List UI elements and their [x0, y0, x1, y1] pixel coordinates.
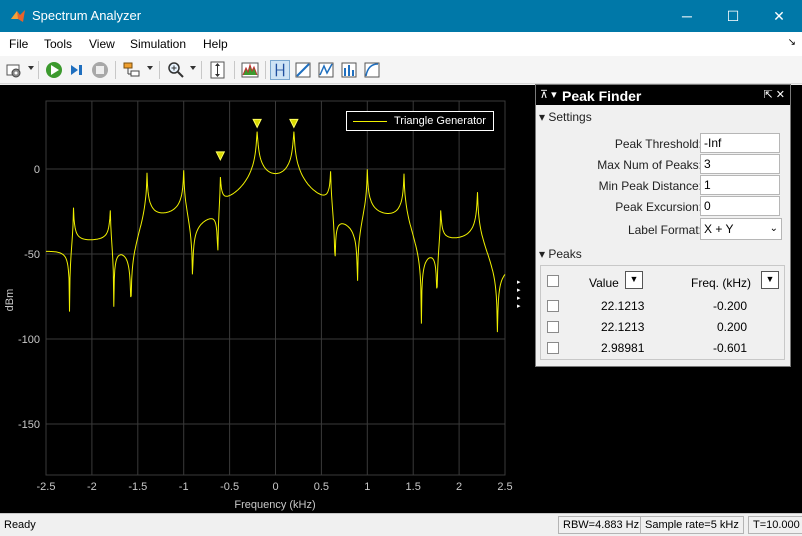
status-rbw: RBW=4.883 Hz [558, 516, 645, 534]
settings-section-header[interactable]: ▾ Settings [539, 110, 592, 124]
y-axis-label: dBm [4, 289, 16, 312]
toolbar [0, 56, 802, 84]
scale-axes-icon[interactable] [208, 60, 228, 80]
minimize-button[interactable]: ─ [664, 0, 710, 32]
toolbar-separator [265, 61, 266, 79]
min-peak-distance-input[interactable]: 1 [700, 175, 780, 195]
label-format-label: Label Format: [627, 223, 702, 237]
status-time: T=10.000 [748, 516, 802, 534]
row-checkbox[interactable] [547, 321, 559, 333]
panel-title: Peak Finder [562, 88, 642, 104]
max-num-peaks-label: Max Num of Peaks: [597, 158, 702, 172]
spectrum-plot[interactable]: -2.5 -2 -1.5 -1 -0.5 0 0.5 1 1.5 2 2.5 0 -50 -100 -15… [0, 85, 535, 513]
undock-close-icons[interactable]: ⇱ ✕ [764, 88, 786, 101]
peak-freq-cell: -0.200 [713, 299, 748, 313]
menu-view[interactable]: View [89, 37, 115, 51]
value-column-header: Value [589, 276, 619, 290]
status-ready: Ready [4, 519, 36, 531]
zoom-icon[interactable] [166, 60, 186, 80]
legend-label: Triangle Generator [394, 115, 486, 127]
plot-legend[interactable]: Triangle Generator [346, 111, 494, 131]
step-forward-icon[interactable] [67, 60, 87, 80]
peak-excursion-label: Peak Excursion: [615, 200, 702, 214]
y-tick-label: -150 [18, 419, 40, 431]
menu-simulation[interactable]: Simulation [130, 37, 186, 51]
zoom-dropdown-icon[interactable] [190, 66, 196, 70]
channel-measurements-icon[interactable] [362, 60, 382, 80]
freq-sort-icon[interactable]: ▼ [761, 271, 779, 289]
menu-file[interactable]: File [9, 37, 28, 51]
pin-icon[interactable]: ⊼ ▾ [540, 88, 557, 101]
panel-header: ⊼ ▾ Peak Finder ⇱ ✕ [536, 85, 790, 105]
matlab-icon [11, 10, 25, 22]
label-format-select[interactable]: X + Y ⌄ [700, 218, 782, 240]
settings-dropdown-icon[interactable] [28, 66, 34, 70]
x-axis-label: Frequency (kHz) [234, 499, 315, 511]
label-format-value: X + Y [704, 222, 734, 236]
x-tick-label: -1 [179, 481, 189, 493]
x-tick-label: -2.5 [37, 481, 56, 493]
select-all-checkbox[interactable] [547, 275, 559, 287]
ccdf-icon[interactable] [339, 60, 359, 80]
peak-finder-icon[interactable] [316, 60, 336, 80]
x-tick-label: -1.5 [128, 481, 147, 493]
min-peak-distance-label: Min Peak Distance: [598, 179, 702, 193]
window-title: Spectrum Analyzer [32, 8, 142, 23]
toolbar-separator [115, 61, 116, 79]
run-icon[interactable] [44, 60, 64, 80]
panel-toggle-arrows[interactable]: ▸ ▸ ▸ ▸ [517, 279, 527, 311]
chevron-down-icon: ⌄ [769, 223, 778, 234]
value-sort-icon[interactable]: ▼ [625, 271, 643, 289]
x-tick-label: -0.5 [220, 481, 239, 493]
x-tick-label: 0.5 [314, 481, 329, 493]
peak-value-cell: 22.1213 [601, 299, 645, 313]
peak-value-cell: 2.98981 [601, 341, 645, 355]
x-tick-label: 1.5 [406, 481, 421, 493]
legend-swatch [353, 121, 387, 122]
dock-arrow-icon[interactable]: ↘ [788, 37, 796, 48]
x-tick-label: 1 [364, 481, 370, 493]
x-tick-label: 2 [456, 481, 462, 493]
peak-threshold-input[interactable]: -Inf [700, 133, 780, 153]
max-num-peaks-input[interactable]: 3 [700, 154, 780, 174]
settings-icon[interactable] [4, 60, 24, 80]
x-tick-label: 2.5 [497, 481, 512, 493]
toolbar-separator [201, 61, 202, 79]
peak-freq-cell: -0.601 [713, 341, 748, 355]
peaks-section-header[interactable]: ▾ Peaks [539, 247, 582, 261]
peak-finder-panel: ⊼ ▾ Peak Finder ⇱ ✕ ▾ Settings Peak Thre… [535, 84, 791, 367]
signal-dropdown-icon[interactable] [147, 66, 153, 70]
distortion-icon[interactable] [293, 60, 313, 80]
y-tick-label: 0 [34, 164, 40, 176]
spectrum-settings-icon[interactable] [240, 60, 260, 80]
status-sample-rate: Sample rate=5 kHz [640, 516, 744, 534]
x-tick-label: -2 [87, 481, 97, 493]
close-button[interactable]: ✕ [756, 0, 802, 32]
menu-tools[interactable]: Tools [44, 37, 72, 51]
data-cursors-icon[interactable] [270, 60, 290, 80]
menu-help[interactable]: Help [203, 37, 228, 51]
peak-threshold-label: Peak Threshold: [614, 137, 702, 151]
y-tick-label: -50 [24, 249, 40, 261]
maximize-button[interactable]: ☐ [710, 0, 756, 32]
toolbar-separator [159, 61, 160, 79]
toolbar-separator [234, 61, 235, 79]
peaks-table: Value ▼ Freq. (kHz) ▼ 22.1213 -0.200 22.… [540, 265, 785, 360]
stop-icon[interactable] [90, 60, 110, 80]
peak-freq-cell: 0.200 [717, 320, 748, 334]
title-bar: Spectrum Analyzer ─ ☐ ✕ [0, 0, 802, 32]
peak-value-cell: 22.1213 [601, 320, 645, 334]
y-tick-label: -100 [18, 334, 40, 346]
x-tick-label: 0 [272, 481, 278, 493]
freq-column-header: Freq. (kHz) [691, 276, 751, 290]
peak-excursion-input[interactable]: 0 [700, 196, 780, 216]
status-bar: Ready RBW=4.883 Hz Sample rate=5 kHz T=1… [0, 513, 802, 536]
signal-select-icon[interactable] [122, 60, 142, 80]
menu-bar: File Tools View Simulation Help ↘ [0, 32, 802, 56]
row-checkbox[interactable] [547, 342, 559, 354]
row-checkbox[interactable] [547, 300, 559, 312]
toolbar-separator [38, 61, 39, 79]
